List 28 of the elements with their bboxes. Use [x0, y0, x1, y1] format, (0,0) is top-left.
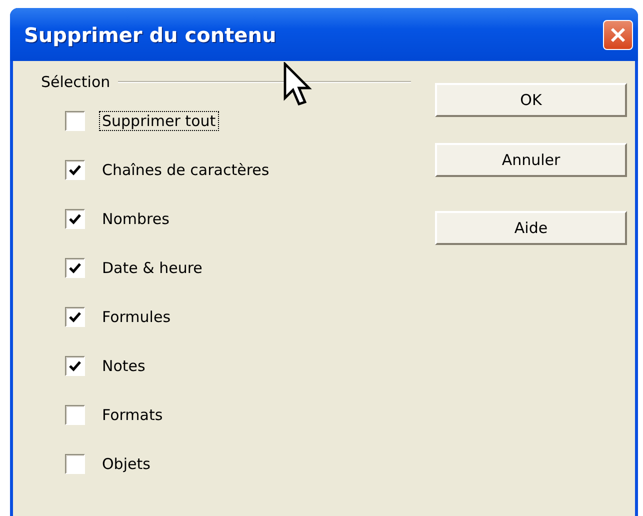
close-icon	[609, 26, 627, 44]
checkmark-icon	[68, 359, 82, 373]
checkbox-label[interactable]: Notes	[99, 356, 148, 376]
checkmark-icon	[68, 261, 82, 275]
checkbox-label[interactable]: Nombres	[99, 209, 172, 229]
dialog-button[interactable]: Aide	[435, 211, 627, 245]
checkmark-icon	[68, 310, 82, 324]
checkbox-label[interactable]: Formules	[99, 307, 174, 327]
checkbox-label[interactable]: Supprimer tout	[99, 111, 219, 131]
checkbox-label[interactable]: Date & heure	[99, 258, 206, 278]
checkbox-label[interactable]: Objets	[99, 454, 154, 474]
checkmark-icon	[68, 212, 82, 226]
window-title: Supprimer du contenu	[24, 22, 276, 46]
checkbox[interactable]	[65, 111, 85, 131]
group-label: Sélection	[41, 73, 110, 91]
checkbox[interactable]	[65, 454, 85, 474]
checkbox[interactable]	[65, 160, 85, 180]
checkbox-label[interactable]: Formats	[99, 405, 166, 425]
checkbox[interactable]	[65, 356, 85, 376]
checkbox[interactable]	[65, 307, 85, 327]
checkbox-label[interactable]: Chaînes de caractères	[99, 160, 272, 180]
checkbox[interactable]	[65, 209, 85, 229]
checkbox[interactable]	[65, 258, 85, 278]
checkmark-icon	[68, 163, 82, 177]
dialog-button[interactable]: OK	[435, 83, 627, 117]
close-button[interactable]	[603, 20, 633, 50]
checkbox[interactable]	[65, 405, 85, 425]
dialog-button[interactable]: Annuler	[435, 143, 627, 177]
